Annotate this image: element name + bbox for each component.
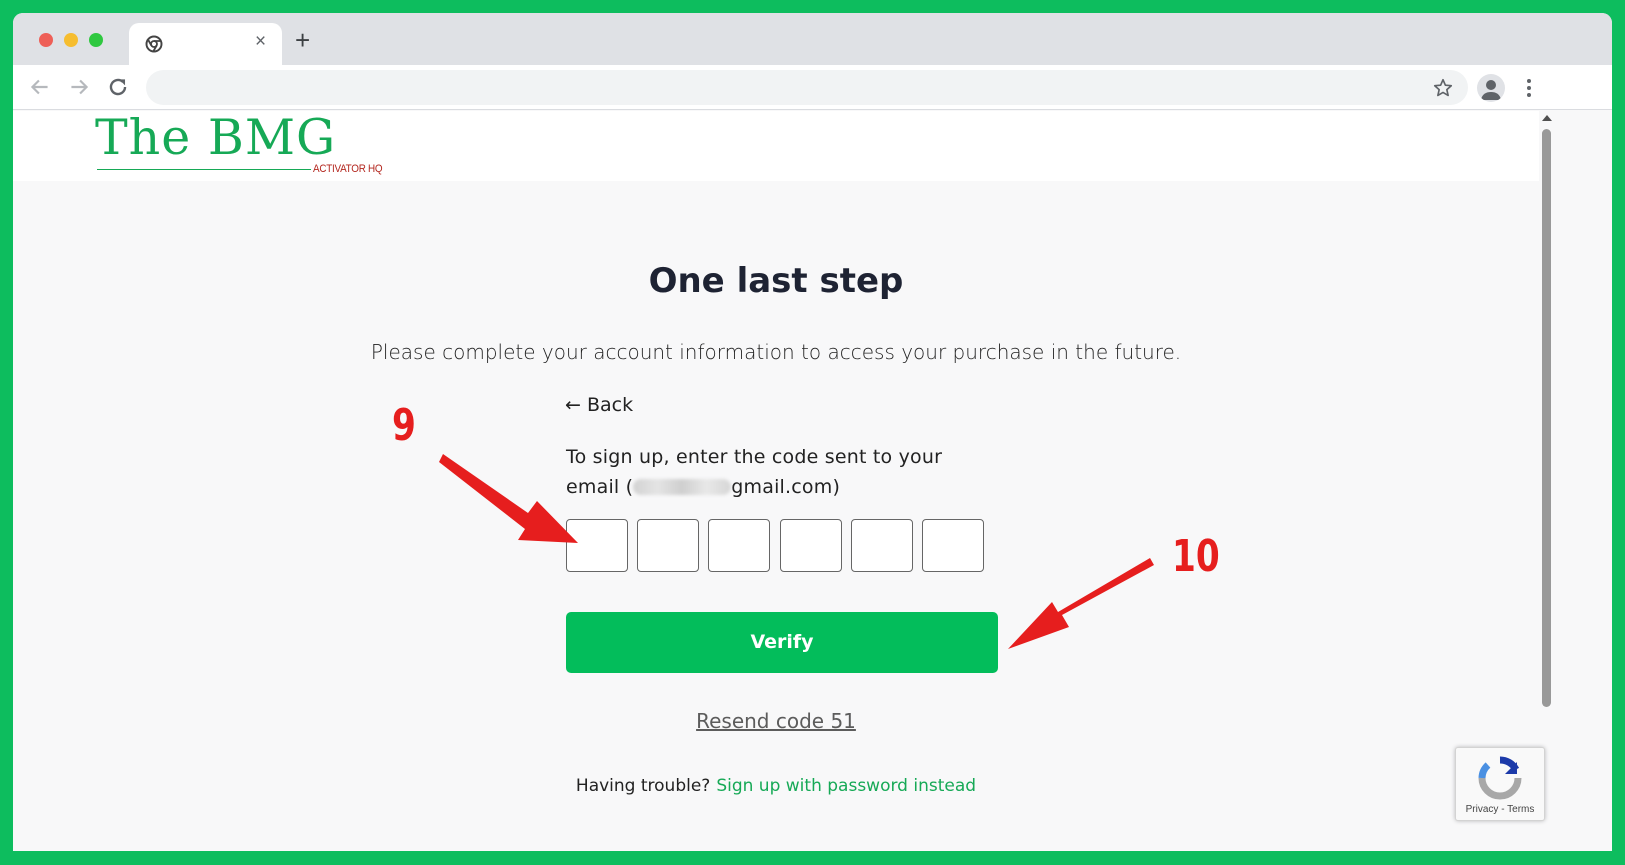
trouble-row: Having trouble? Sign up with password ins… bbox=[13, 776, 1539, 796]
browser-toolbar bbox=[13, 65, 1612, 110]
page-viewport: The BMG ACTIVATOR HQ One last step Pleas… bbox=[13, 111, 1612, 851]
code-digit-input-1[interactable] bbox=[566, 519, 628, 572]
logo-subtitle: ACTIVATOR HQ bbox=[313, 163, 383, 175]
person-icon bbox=[1481, 80, 1501, 100]
instructions-line: To sign up, enter the code sent to your bbox=[566, 446, 943, 468]
chrome-icon bbox=[145, 35, 163, 53]
email-prefix: email ( bbox=[566, 476, 634, 498]
trouble-text: Having trouble? bbox=[575, 776, 711, 796]
logo-title: The BMG bbox=[95, 109, 337, 166]
minimize-window-button[interactable] bbox=[64, 33, 78, 47]
email-suffix: gmail.com) bbox=[731, 476, 841, 498]
maximize-window-button[interactable] bbox=[89, 33, 103, 47]
back-link[interactable]: ← Back bbox=[565, 394, 633, 416]
recaptcha-privacy-terms[interactable]: Privacy - Terms bbox=[1456, 804, 1544, 815]
new-tab-button[interactable]: + bbox=[295, 27, 310, 53]
browser-tab[interactable]: × bbox=[129, 23, 282, 65]
verify-button[interactable]: Verify bbox=[566, 612, 998, 673]
blurred-email bbox=[633, 479, 732, 495]
browser-window: × + The BMG ACTIVATOR HQ One last step P… bbox=[13, 13, 1612, 851]
scrollbar[interactable] bbox=[1539, 111, 1554, 851]
site-header: The BMG ACTIVATOR HQ bbox=[13, 111, 1539, 181]
code-digit-input-4[interactable] bbox=[780, 519, 842, 572]
close-window-button[interactable] bbox=[39, 33, 53, 47]
forward-arrow-icon[interactable] bbox=[66, 74, 92, 100]
reload-icon[interactable] bbox=[105, 74, 131, 100]
bookmark-star-icon[interactable] bbox=[1432, 77, 1454, 99]
resend-code-link[interactable]: Resend code 51 bbox=[13, 709, 1539, 733]
site-logo[interactable]: The BMG ACTIVATOR HQ bbox=[95, 109, 383, 179]
profile-avatar[interactable] bbox=[1477, 74, 1505, 102]
more-menu-icon[interactable] bbox=[1521, 75, 1537, 101]
code-instructions: To sign up, enter the code sent to your … bbox=[566, 442, 986, 502]
password-signup-link[interactable]: Sign up with password instead bbox=[716, 776, 976, 796]
tab-bar: × + bbox=[13, 13, 1612, 65]
annotation-number-10: 10 bbox=[1172, 531, 1220, 582]
logo-underline bbox=[97, 169, 311, 170]
page-subtitle: Please complete your account information… bbox=[370, 340, 1182, 364]
tab-close-button[interactable]: × bbox=[255, 32, 266, 52]
annotation-number-9: 9 bbox=[392, 400, 416, 451]
code-digit-input-2[interactable] bbox=[637, 519, 699, 572]
code-digit-input-6[interactable] bbox=[922, 519, 984, 572]
address-bar[interactable] bbox=[146, 70, 1468, 105]
scroll-up-arrow-icon[interactable] bbox=[1542, 115, 1552, 121]
scrollbar-thumb[interactable] bbox=[1542, 129, 1551, 707]
back-arrow-icon[interactable] bbox=[27, 74, 53, 100]
recaptcha-badge[interactable]: Privacy - Terms bbox=[1455, 747, 1545, 821]
code-digit-input-5[interactable] bbox=[851, 519, 913, 572]
page-title: One last step bbox=[648, 261, 904, 301]
recaptcha-icon bbox=[1478, 756, 1522, 800]
code-digit-input-3[interactable] bbox=[708, 519, 770, 572]
